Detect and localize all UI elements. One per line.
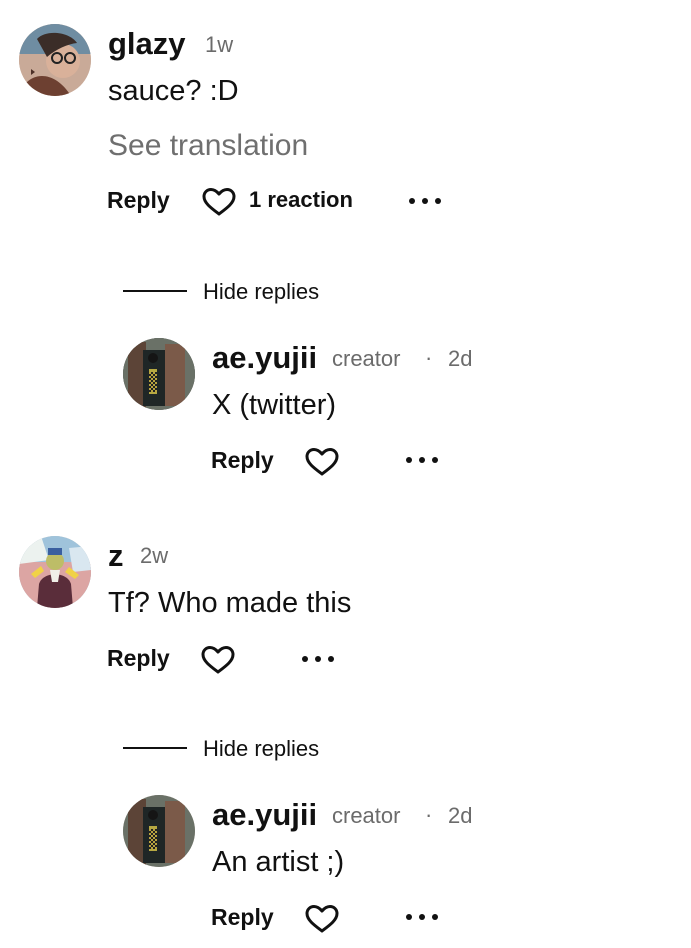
- thread-divider: [123, 747, 187, 749]
- reply-button[interactable]: Reply: [107, 189, 170, 212]
- more-options-icon[interactable]: [405, 456, 439, 464]
- reply-time: 2d: [448, 346, 473, 371]
- reply-text: X (twitter): [212, 389, 337, 421]
- user-avatar-illustration-icon: [19, 536, 91, 608]
- heart-icon[interactable]: [201, 645, 235, 675]
- reply-text: An artist ;): [212, 846, 345, 878]
- comment-text: sauce? :D: [108, 75, 239, 107]
- avatar[interactable]: [19, 24, 91, 96]
- more-options-icon[interactable]: [301, 655, 335, 663]
- creator-avatar-photo-icon: [123, 795, 195, 867]
- reaction-count[interactable]: 1 reaction: [249, 189, 353, 211]
- thread-divider: [123, 290, 187, 292]
- more-options-icon[interactable]: [405, 913, 439, 921]
- avatar[interactable]: [123, 338, 195, 410]
- hide-replies-button[interactable]: Hide replies: [203, 738, 319, 760]
- more-options-icon[interactable]: [408, 197, 442, 205]
- heart-icon[interactable]: [305, 904, 339, 934]
- reply-button[interactable]: Reply: [211, 449, 274, 472]
- reply-time: 2d: [448, 803, 473, 828]
- username[interactable]: ae.yujii: [212, 342, 317, 373]
- avatar[interactable]: [123, 795, 195, 867]
- creator-badge: creator: [332, 803, 401, 828]
- comment-time: 1w: [205, 32, 234, 57]
- meta-separator: ·: [425, 802, 433, 827]
- user-avatar-photo-icon: [19, 24, 91, 96]
- reply-button[interactable]: Reply: [107, 647, 170, 670]
- hide-replies-button[interactable]: Hide replies: [203, 281, 319, 303]
- username[interactable]: glazy: [108, 28, 186, 59]
- reply-button[interactable]: Reply: [211, 906, 274, 929]
- heart-icon[interactable]: [305, 447, 339, 477]
- comment-time: 2w: [140, 543, 169, 568]
- creator-avatar-photo-icon: [123, 338, 195, 410]
- avatar[interactable]: [19, 536, 91, 608]
- username[interactable]: z: [108, 540, 124, 571]
- see-translation-link[interactable]: See translation: [108, 131, 308, 161]
- heart-icon[interactable]: [202, 187, 236, 217]
- meta-separator: ·: [425, 345, 433, 370]
- creator-badge: creator: [332, 346, 401, 371]
- comment-text: Tf? Who made this: [108, 587, 352, 619]
- username[interactable]: ae.yujii: [212, 799, 317, 830]
